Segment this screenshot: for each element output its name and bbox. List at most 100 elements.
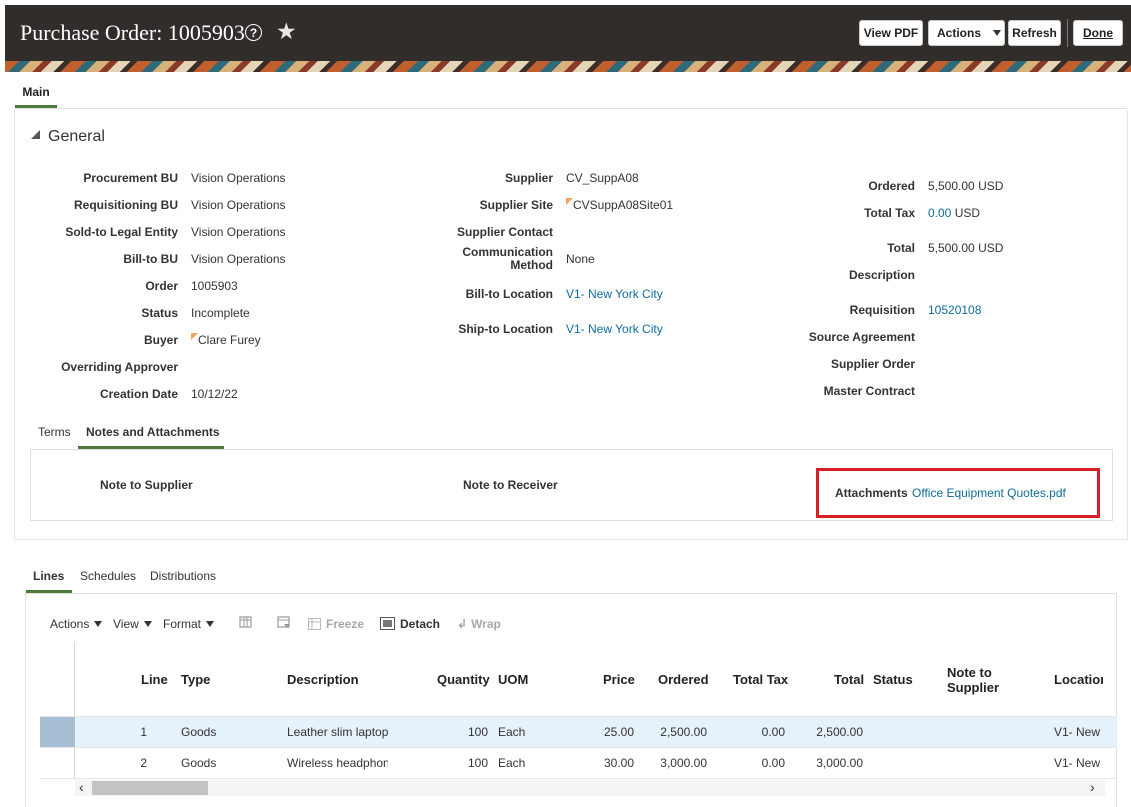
cell-line: 2: [140, 756, 147, 770]
cell-total-tax-link[interactable]: 0.00: [740, 756, 785, 770]
cell-description: Leather slim laptop: [287, 725, 388, 739]
column-freeze-icon[interactable]: [238, 615, 254, 631]
bill-to-bu-value: Vision Operations: [191, 252, 286, 266]
chevron-down-icon: [94, 621, 103, 627]
lines-actions-menu[interactable]: Actions: [50, 617, 103, 631]
cell-price: 25.00: [603, 725, 634, 739]
bill-to-bu-label: Bill-to BU: [123, 252, 178, 266]
column-header-status[interactable]: Status: [873, 672, 913, 687]
cell-location-link[interactable]: V1- New: [1054, 756, 1104, 770]
row-selector[interactable]: [40, 717, 75, 747]
scroll-left-icon[interactable]: ‹: [79, 779, 84, 795]
help-icon[interactable]: ?: [245, 24, 262, 41]
column-header-price[interactable]: Price: [603, 672, 635, 687]
total-tax-label: Total Tax: [864, 206, 915, 220]
ordered-value: 5,500.00 USD: [928, 179, 1004, 193]
freeze-icon: [308, 618, 321, 630]
note-to-receiver-label: Note to Receiver: [463, 478, 558, 492]
view-menu[interactable]: View: [113, 617, 152, 631]
page-header: Purchase Order: 1005903 ? ★ View PDF Act…: [5, 5, 1131, 61]
cell-ordered: 2,500.00: [660, 725, 707, 739]
tab-schedules[interactable]: Schedules: [80, 569, 136, 583]
refresh-button[interactable]: Refresh: [1008, 20, 1061, 46]
cell-type: Goods: [181, 725, 217, 739]
buyer-value[interactable]: Clare Furey: [191, 333, 261, 347]
row-divider: [40, 747, 1117, 748]
supplier-label: Supplier: [504, 171, 553, 185]
tab-terms[interactable]: Terms: [38, 425, 71, 439]
collapse-triangle-icon[interactable]: [31, 130, 40, 139]
horizontal-scrollbar[interactable]: [75, 780, 1105, 796]
column-header-uom[interactable]: UOM: [498, 672, 528, 687]
sold-to-legal-entity-label: Sold-to Legal Entity: [65, 225, 178, 239]
communication-method-label: Communication Method: [462, 245, 553, 272]
actions-menu-button[interactable]: Actions: [928, 20, 1005, 46]
procurement-bu-label: Procurement BU: [83, 171, 178, 185]
ordered-label: Ordered: [868, 179, 915, 193]
chevron-down-icon: [993, 30, 1002, 36]
filter-columns-icon[interactable]: [276, 615, 292, 631]
column-header-description[interactable]: Description: [287, 672, 359, 687]
tab-divider: [15, 108, 1127, 109]
column-header-note-to-supplier[interactable]: Note to Supplier: [947, 665, 999, 695]
detach-button[interactable]: Detach: [380, 617, 440, 631]
creation-date-value: 10/12/22: [191, 387, 238, 401]
cell-uom: Each: [498, 756, 526, 770]
requisitioning-bu-value: Vision Operations: [191, 198, 286, 212]
wrap-icon: ↲: [457, 617, 468, 631]
tab-notes-and-attachments[interactable]: Notes and Attachments: [86, 425, 220, 439]
cell-total-tax-link[interactable]: 0.00: [740, 725, 785, 739]
tab-main[interactable]: Main: [15, 78, 57, 108]
order-value: 1005903: [191, 279, 238, 293]
section-title-general[interactable]: General: [48, 128, 105, 146]
column-header-location[interactable]: Location: [1054, 672, 1103, 687]
freeze-button[interactable]: Freeze: [308, 617, 364, 631]
scroll-right-icon[interactable]: ›: [1090, 779, 1095, 795]
format-menu[interactable]: Format: [163, 617, 215, 631]
column-header-ordered[interactable]: Ordered: [658, 672, 709, 687]
cell-ordered: 3,000.00: [660, 756, 707, 770]
requisition-link[interactable]: 10520108: [928, 303, 981, 317]
overriding-approver-label: Overriding Approver: [61, 360, 178, 374]
header-divider: [1067, 19, 1068, 47]
requisitioning-bu-label: Requisitioning BU: [74, 198, 178, 212]
column-header-line[interactable]: Line: [141, 672, 168, 687]
decorative-banner: [5, 61, 1131, 72]
supplier-site-value[interactable]: CVSuppA08Site01: [566, 198, 673, 212]
cell-uom: Each: [498, 725, 526, 739]
total-tax-value: 0.00 USD: [928, 206, 981, 220]
column-header-type[interactable]: Type: [181, 672, 210, 687]
done-button[interactable]: Done: [1073, 20, 1123, 46]
cell-quantity: 100: [467, 756, 488, 770]
buyer-name: Clare Furey: [198, 333, 261, 347]
view-pdf-button[interactable]: View PDF: [859, 20, 923, 46]
total-value: 5,500.00 USD: [928, 241, 1004, 255]
cell-location-link[interactable]: V1- New: [1054, 725, 1104, 739]
chevron-down-icon: [206, 621, 215, 627]
wrap-button[interactable]: ↲ Wrap: [457, 617, 501, 631]
scrollbar-thumb[interactable]: [92, 781, 208, 795]
creation-date-label: Creation Date: [99, 387, 178, 401]
ship-to-location-label: Ship-to Location: [458, 322, 553, 336]
buyer-label: Buyer: [143, 333, 178, 347]
chevron-down-icon: [143, 621, 152, 627]
tab-lines[interactable]: Lines: [33, 569, 64, 583]
ship-to-location-link[interactable]: V1- New York City: [566, 322, 663, 336]
bill-to-location-link[interactable]: V1- New York City: [566, 287, 663, 301]
cell-description: Wireless headphone: [287, 756, 388, 770]
tab-distributions[interactable]: Distributions: [150, 569, 216, 583]
cell-total: 3,000.00: [816, 756, 863, 770]
procurement-bu-value: Vision Operations: [191, 171, 286, 185]
communication-method-value: None: [566, 252, 595, 266]
total-tax-link[interactable]: 0.00: [928, 206, 951, 220]
grid-left-border: [74, 642, 75, 780]
requisition-label: Requisition: [849, 303, 915, 317]
note-to-supplier-label: Note to Supplier: [100, 478, 193, 492]
column-header-quantity[interactable]: Quantity: [437, 672, 490, 687]
supplier-site-label: Supplier Site: [479, 198, 553, 212]
column-header-total[interactable]: Total: [834, 672, 864, 687]
supplier-contact-label: Supplier Contact: [456, 225, 553, 239]
flag-icon: [191, 333, 198, 340]
favorite-star-icon[interactable]: ★: [276, 19, 297, 43]
column-header-total-tax[interactable]: Total Tax: [733, 672, 788, 687]
